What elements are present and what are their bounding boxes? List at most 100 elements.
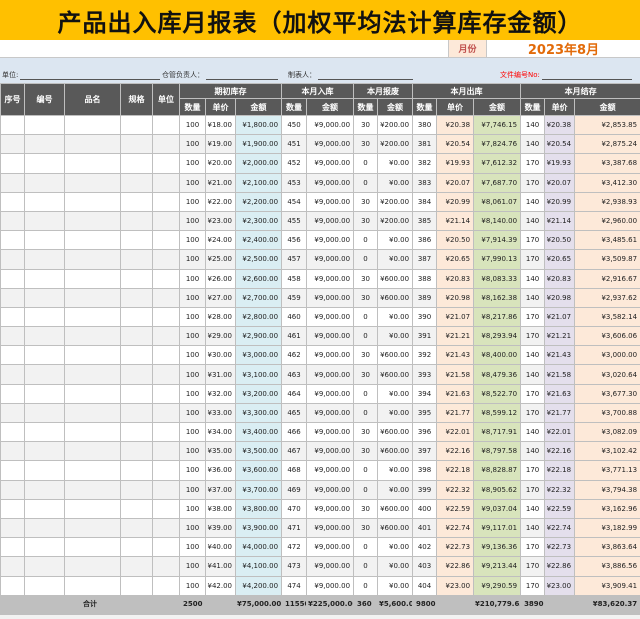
cell-end-price[interactable]: ¥21.21 <box>544 326 576 347</box>
cell-begin-amount[interactable]: ¥3,600.00 <box>234 460 283 481</box>
cell-unit[interactable] <box>152 364 180 385</box>
cell-out-amount[interactable]: ¥7,612.32 <box>473 153 522 174</box>
cell-begin-amount[interactable]: ¥1,900.00 <box>234 134 283 155</box>
cell-out-amount[interactable]: ¥8,293.94 <box>473 326 522 347</box>
cell-end-amount[interactable]: ¥2,960.00 <box>574 210 640 232</box>
cell-end-price[interactable]: ¥20.07 <box>544 172 576 193</box>
cell-scrap-qty[interactable]: 30 <box>353 345 379 366</box>
cell-in-amount[interactable]: ¥9,000.00 <box>306 421 355 443</box>
cell-out-qty[interactable]: 387 <box>412 249 438 270</box>
cell-code[interactable] <box>24 114 65 136</box>
cell-in-qty[interactable]: 459 <box>281 287 308 308</box>
cell-begin-price[interactable]: ¥25.00 <box>205 249 236 270</box>
cell-begin-qty[interactable]: 100 <box>179 421 206 443</box>
cell-in-amount[interactable]: ¥9,000.00 <box>306 364 355 385</box>
cell-out-amount[interactable]: ¥9,290.59 <box>473 575 522 596</box>
cell-out-price[interactable]: ¥22.01 <box>436 421 475 443</box>
cell-begin-price[interactable]: ¥28.00 <box>205 306 236 328</box>
cell-end-qty[interactable]: 140 <box>520 345 546 366</box>
cell-end-price[interactable]: ¥20.65 <box>544 249 576 270</box>
cell-name[interactable] <box>64 268 121 289</box>
cell-name[interactable] <box>64 383 121 404</box>
cell-code[interactable] <box>24 575 65 596</box>
cell-end-amount[interactable]: ¥2,916.67 <box>574 268 640 289</box>
cell-end-price[interactable]: ¥20.99 <box>544 191 576 212</box>
cell-scrap-qty[interactable]: 0 <box>353 249 379 270</box>
cell-in-amount[interactable]: ¥9,000.00 <box>306 268 355 289</box>
cell-out-price[interactable]: ¥21.58 <box>436 364 475 385</box>
cell-begin-amount[interactable]: ¥3,700.00 <box>234 479 283 500</box>
cell-in-qty[interactable]: 452 <box>281 153 308 174</box>
cell-end-amount[interactable]: ¥3,509.87 <box>574 249 640 270</box>
cell-end-qty[interactable]: 170 <box>520 383 546 404</box>
cell-seq[interactable] <box>0 345 25 366</box>
cell-begin-qty[interactable]: 100 <box>179 383 206 404</box>
cell-seq[interactable] <box>0 230 25 251</box>
cell-out-qty[interactable]: 394 <box>412 383 438 404</box>
cell-out-price[interactable]: ¥20.99 <box>436 191 475 212</box>
cell-unit[interactable] <box>152 230 180 251</box>
cell-in-amount[interactable]: ¥9,000.00 <box>306 345 355 366</box>
cell-in-amount[interactable]: ¥9,000.00 <box>306 134 355 155</box>
cell-begin-price[interactable]: ¥26.00 <box>205 268 236 289</box>
cell-scrap-amount[interactable]: ¥0.00 <box>377 537 414 558</box>
cell-in-qty[interactable]: 473 <box>281 556 308 577</box>
cell-name[interactable] <box>64 575 121 596</box>
cell-out-amount[interactable]: ¥9,037.04 <box>473 498 522 519</box>
cell-scrap-amount[interactable]: ¥0.00 <box>377 383 414 404</box>
cell-begin-price[interactable]: ¥39.00 <box>205 517 236 539</box>
cell-out-qty[interactable]: 385 <box>412 210 438 232</box>
cell-out-price[interactable]: ¥20.54 <box>436 134 475 155</box>
cell-end-amount[interactable]: ¥3,082.09 <box>574 421 640 443</box>
cell-scrap-qty[interactable]: 0 <box>353 460 379 481</box>
cell-end-qty[interactable]: 170 <box>520 326 546 347</box>
cell-in-amount[interactable]: ¥9,000.00 <box>306 326 355 347</box>
cell-name[interactable] <box>64 191 121 212</box>
cell-seq[interactable] <box>0 421 25 443</box>
cell-code[interactable] <box>24 153 65 174</box>
cell-begin-qty[interactable]: 100 <box>179 498 206 519</box>
cell-code[interactable] <box>24 421 65 443</box>
cell-begin-qty[interactable]: 100 <box>179 326 206 347</box>
cell-name[interactable] <box>64 345 121 366</box>
cell-begin-qty[interactable]: 100 <box>179 364 206 385</box>
cell-spec[interactable] <box>120 287 153 308</box>
cell-begin-amount[interactable]: ¥3,100.00 <box>234 364 283 385</box>
cell-name[interactable] <box>64 230 121 251</box>
cell-code[interactable] <box>24 479 65 500</box>
cell-seq[interactable] <box>0 364 25 385</box>
cell-in-amount[interactable]: ¥9,000.00 <box>306 153 355 174</box>
cell-code[interactable] <box>24 210 65 232</box>
cell-in-qty[interactable]: 450 <box>281 114 308 136</box>
cell-begin-qty[interactable]: 100 <box>179 306 206 328</box>
cell-begin-price[interactable]: ¥19.00 <box>205 134 236 155</box>
cell-begin-amount[interactable]: ¥3,300.00 <box>234 402 283 424</box>
cell-out-price[interactable]: ¥20.65 <box>436 249 475 270</box>
cell-begin-price[interactable]: ¥20.00 <box>205 153 236 174</box>
cell-out-price[interactable]: ¥20.07 <box>436 172 475 193</box>
cell-code[interactable] <box>24 172 65 193</box>
cell-in-qty[interactable]: 453 <box>281 172 308 193</box>
cell-scrap-qty[interactable]: 0 <box>353 575 379 596</box>
cell-out-qty[interactable]: 404 <box>412 575 438 596</box>
cell-name[interactable] <box>64 498 121 519</box>
cell-begin-amount[interactable]: ¥2,500.00 <box>234 249 283 270</box>
cell-scrap-qty[interactable]: 0 <box>353 153 379 174</box>
cell-in-amount[interactable]: ¥9,000.00 <box>306 210 355 232</box>
cell-out-amount[interactable]: ¥7,746.15 <box>473 114 522 136</box>
cell-code[interactable] <box>24 517 65 539</box>
cell-name[interactable] <box>64 287 121 308</box>
cell-in-qty[interactable]: 468 <box>281 460 308 481</box>
cell-in-amount[interactable]: ¥9,000.00 <box>306 460 355 481</box>
cell-code[interactable] <box>24 345 65 366</box>
cell-scrap-amount[interactable]: ¥0.00 <box>377 230 414 251</box>
cell-begin-qty[interactable]: 100 <box>179 268 206 289</box>
cell-scrap-amount[interactable]: ¥0.00 <box>377 460 414 481</box>
cell-in-qty[interactable]: 455 <box>281 210 308 232</box>
cell-end-price[interactable]: ¥20.50 <box>544 230 576 251</box>
cell-out-amount[interactable]: ¥7,990.13 <box>473 249 522 270</box>
cell-end-qty[interactable]: 140 <box>520 441 546 462</box>
cell-scrap-qty[interactable]: 30 <box>353 498 379 519</box>
cell-end-price[interactable]: ¥22.32 <box>544 479 576 500</box>
cell-end-amount[interactable]: ¥3,582.14 <box>574 306 640 328</box>
